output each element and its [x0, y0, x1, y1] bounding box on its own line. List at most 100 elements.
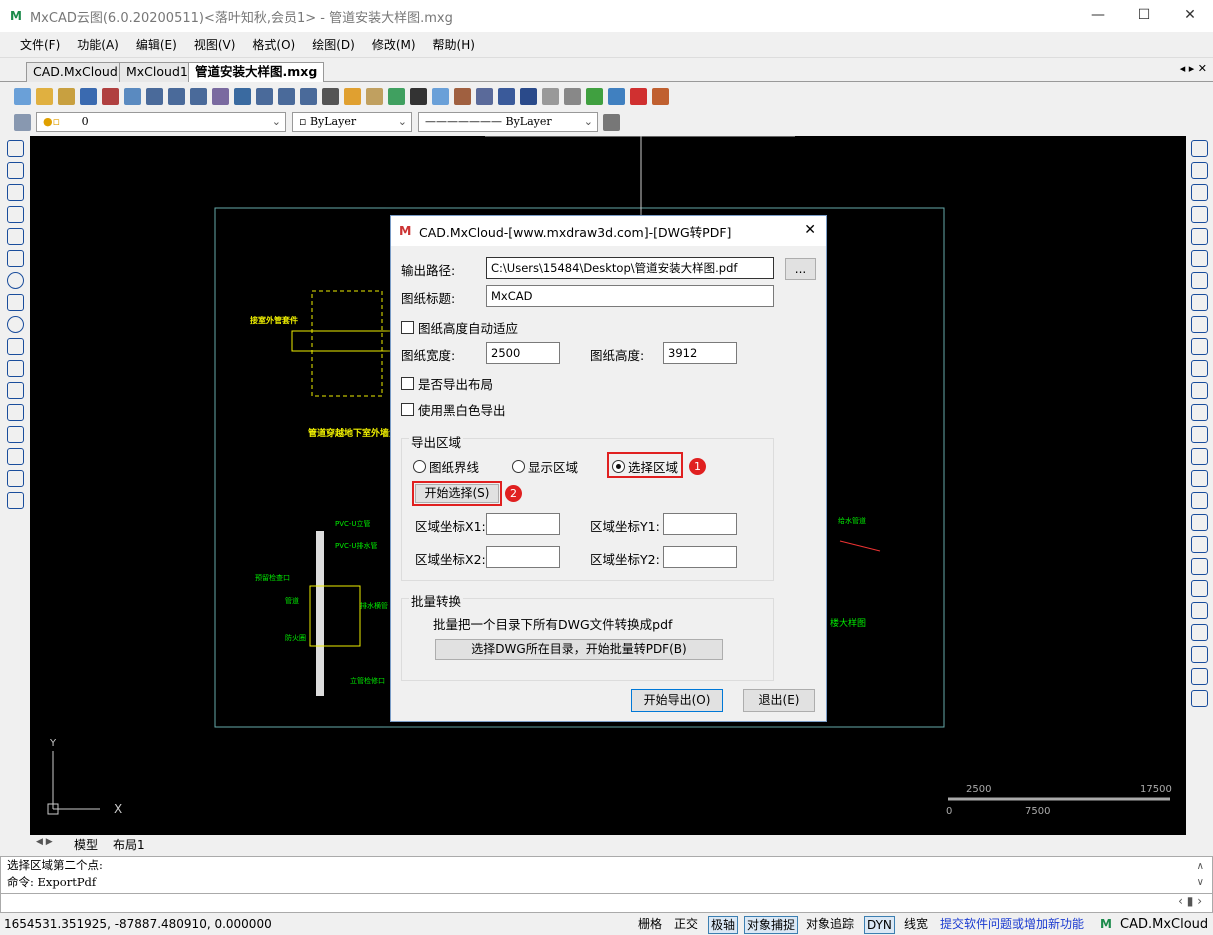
menu-help[interactable]: 帮助(H)	[433, 36, 475, 53]
point-icon[interactable]	[7, 360, 24, 377]
y1-input[interactable]	[663, 513, 737, 535]
match-icon[interactable]	[454, 88, 471, 105]
undo-icon[interactable]	[520, 88, 537, 105]
title-input[interactable]: MxCAD	[486, 285, 774, 307]
rectangle-icon[interactable]	[7, 228, 24, 245]
width-input[interactable]: 2500	[486, 342, 560, 364]
menu-function[interactable]: 功能(A)	[77, 36, 119, 53]
print-icon[interactable]	[124, 88, 141, 105]
zoom-extents-icon[interactable]	[190, 88, 207, 105]
height-input[interactable]: 3912	[663, 342, 737, 364]
hatch-icon[interactable]	[7, 492, 24, 509]
linetype-icon[interactable]	[410, 88, 427, 105]
trim-icon[interactable]	[1191, 382, 1208, 399]
pdf-icon[interactable]	[630, 88, 647, 105]
dialog-close-button[interactable]: ✕	[804, 222, 816, 238]
render-icon[interactable]	[586, 88, 603, 105]
tab-cad-mxcloud[interactable]: CAD.MxCloud	[26, 62, 125, 82]
radius-dim-icon[interactable]	[1191, 536, 1208, 553]
menu-format[interactable]: 格式(O)	[252, 36, 295, 53]
text-icon[interactable]	[7, 426, 24, 443]
minimize-button[interactable]: —	[1075, 0, 1121, 32]
toggle-ortho[interactable]: 正交	[672, 916, 700, 934]
zoom-prev-icon[interactable]	[278, 88, 295, 105]
spline-icon[interactable]	[7, 294, 24, 311]
menu-draw[interactable]: 绘图(D)	[312, 36, 355, 53]
feedback-link[interactable]: 提交软件问题或增加新功能	[940, 914, 1084, 935]
pencil-icon[interactable]	[344, 88, 361, 105]
color-combo[interactable]: ▫ ByLayer⌄	[292, 112, 412, 132]
start-select-button[interactable]: 开始选择(S)	[415, 484, 499, 503]
linetype-combo[interactable]: ——————— ByLayer⌄	[418, 112, 598, 132]
maximize-button[interactable]: ☐	[1121, 0, 1167, 32]
mirror-icon[interactable]	[1191, 294, 1208, 311]
toggle-otrack[interactable]: 对象追踪	[804, 916, 856, 934]
rotate-icon[interactable]	[1191, 206, 1208, 223]
properties-icon[interactable]	[432, 88, 449, 105]
web-icon[interactable]	[608, 88, 625, 105]
dimension-icon[interactable]	[1191, 492, 1208, 509]
toggle-osnap[interactable]: 对象捕捉	[744, 916, 798, 934]
draworder-icon[interactable]	[1191, 624, 1208, 641]
layers-icon[interactable]	[388, 88, 405, 105]
open-icon[interactable]	[36, 88, 53, 105]
tab-layout1[interactable]: 布局1	[113, 836, 145, 853]
tab-nav-buttons[interactable]: ◂ ▸ ✕	[1180, 62, 1207, 75]
zoom-scale-icon[interactable]	[300, 88, 317, 105]
exit-button[interactable]: 退出(E)	[743, 689, 815, 712]
line-icon[interactable]	[7, 140, 24, 157]
draworder-back-icon[interactable]	[1191, 646, 1208, 663]
lineweight-icon[interactable]	[603, 114, 620, 131]
start-export-button[interactable]: 开始导出(O)	[631, 689, 723, 712]
menu-file[interactable]: 文件(F)	[20, 36, 60, 53]
radio-drawing-limits[interactable]: 图纸界线	[413, 457, 479, 476]
copy-icon[interactable]	[1191, 162, 1208, 179]
extend-icon[interactable]	[1191, 404, 1208, 421]
radio-select-area[interactable]: 选择区域	[612, 457, 678, 476]
saveas-icon[interactable]	[102, 88, 119, 105]
join-icon[interactable]	[1191, 470, 1208, 487]
break-icon[interactable]	[1191, 448, 1208, 465]
menu-modify[interactable]: 修改(M)	[372, 36, 416, 53]
aligned-dim-icon[interactable]	[1191, 514, 1208, 531]
layer-manager-icon[interactable]	[14, 114, 31, 131]
export-layout-checkbox[interactable]: 是否导出布局	[401, 374, 493, 393]
circle-icon[interactable]	[7, 272, 24, 289]
baseline-dim-icon[interactable]	[1191, 602, 1208, 619]
table-icon[interactable]	[7, 448, 24, 465]
zoom-all-icon[interactable]	[256, 88, 273, 105]
bw-export-checkbox[interactable]: 使用黑白色导出	[401, 400, 506, 419]
redo-icon[interactable]	[542, 88, 559, 105]
command-hscroll[interactable]: ‹ ▮ ›	[1178, 894, 1202, 908]
ucs-icon[interactable]	[234, 88, 251, 105]
insert-block-icon[interactable]	[7, 382, 24, 399]
x2-input[interactable]	[486, 546, 560, 568]
browse-button[interactable]: ...	[785, 258, 816, 280]
command-input[interactable]: ‹ ▮ ›	[0, 893, 1213, 913]
layout-nav-arrows[interactable]: ◀ ▶	[36, 837, 53, 847]
toggle-polar[interactable]: 极轴	[708, 916, 738, 934]
batch-convert-button[interactable]: 选择DWG所在目录，开始批量转PDF(B)	[435, 639, 723, 660]
layer-combo[interactable]: ●▫ 0⌄	[36, 112, 286, 132]
block-icon[interactable]	[498, 88, 515, 105]
arc-icon[interactable]	[7, 250, 24, 267]
palette-icon[interactable]	[366, 88, 383, 105]
x1-input[interactable]	[486, 513, 560, 535]
toggle-dyn[interactable]: DYN	[864, 916, 895, 934]
angle-dim-icon[interactable]	[1191, 580, 1208, 597]
image-icon[interactable]	[652, 88, 669, 105]
y2-input[interactable]	[663, 546, 737, 568]
command-scrollbar[interactable]: ∧∨	[1197, 859, 1204, 891]
toggle-lineweight[interactable]: 线宽	[902, 916, 930, 934]
save-icon[interactable]	[80, 88, 97, 105]
stretch-icon[interactable]	[1191, 250, 1208, 267]
fillet-icon[interactable]	[1191, 338, 1208, 355]
menu-view[interactable]: 视图(V)	[194, 36, 236, 53]
polygon-icon[interactable]	[7, 184, 24, 201]
move-tool-icon[interactable]	[1191, 184, 1208, 201]
tab-pipe-drawing[interactable]: 管道安装大样图.mxg	[188, 62, 324, 82]
draworder-front-icon[interactable]	[1191, 668, 1208, 685]
draworder-under-icon[interactable]	[1191, 690, 1208, 707]
close-button[interactable]: ✕	[1167, 0, 1213, 32]
make-block-icon[interactable]	[7, 404, 24, 421]
